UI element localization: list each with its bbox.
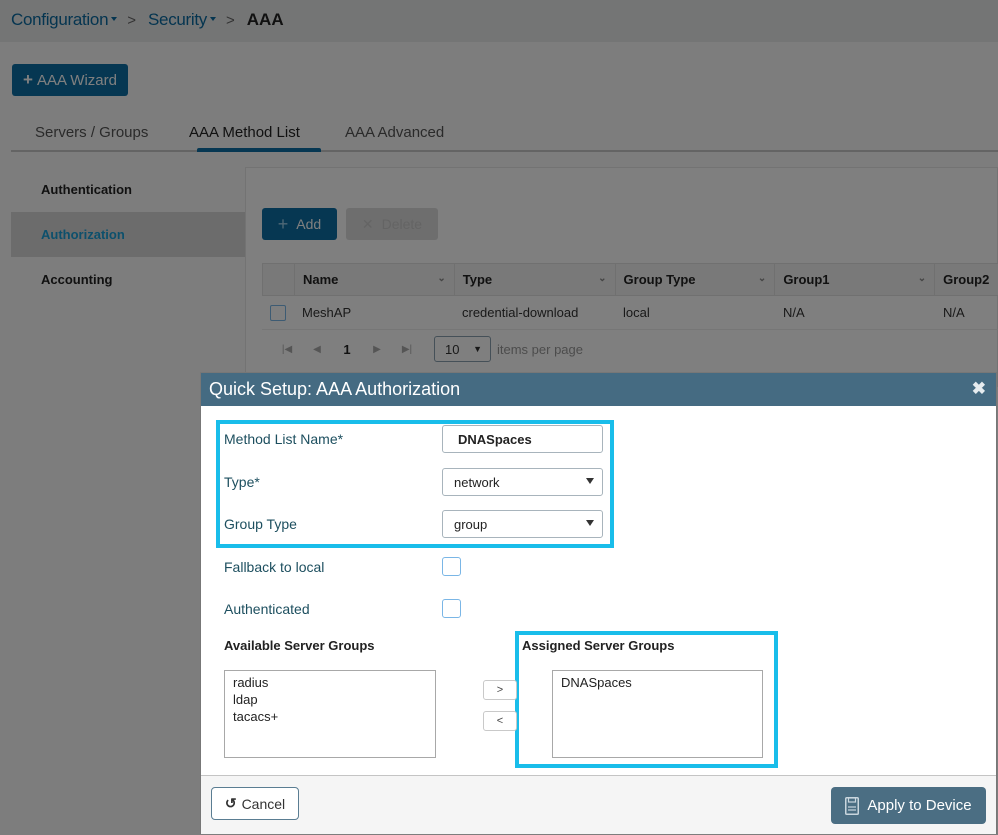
authenticated-checkbox[interactable] bbox=[442, 599, 461, 618]
method-list-name-label: Method List Name* bbox=[224, 431, 344, 447]
caret-down-icon bbox=[586, 478, 594, 484]
cancel-label: Cancel bbox=[241, 795, 286, 812]
list-item[interactable]: tacacs+ bbox=[233, 708, 427, 725]
list-item[interactable]: ldap bbox=[233, 691, 427, 708]
undo-icon: ↺ bbox=[224, 795, 237, 811]
fallback-to-local-label: Fallback to local bbox=[224, 559, 325, 575]
authenticated-label: Authenticated bbox=[224, 601, 310, 617]
method-list-name-input[interactable]: DNASpaces bbox=[442, 425, 603, 453]
move-right-button[interactable]: > bbox=[483, 680, 517, 700]
modal-title: Quick Setup: AAA Authorization bbox=[209, 379, 461, 399]
method-list-name-value: DNASpaces bbox=[458, 431, 532, 447]
type-value: network bbox=[454, 474, 500, 490]
group-type-label: Group Type bbox=[224, 516, 297, 532]
list-item[interactable]: DNASpaces bbox=[561, 674, 754, 691]
modal-footer: ↺ Cancel Apply to Device bbox=[201, 775, 996, 834]
caret-down-icon bbox=[586, 520, 594, 526]
group-type-value: group bbox=[454, 516, 488, 532]
list-item[interactable]: radius bbox=[233, 674, 427, 691]
assigned-server-groups-title: Assigned Server Groups bbox=[522, 638, 675, 653]
type-label: Type* bbox=[224, 474, 260, 490]
available-server-groups-list[interactable]: radius ldap tacacs+ bbox=[224, 670, 436, 758]
available-server-groups-title: Available Server Groups bbox=[224, 638, 375, 653]
close-icon[interactable]: ✖ bbox=[972, 379, 986, 399]
modal-header: Quick Setup: AAA Authorization ✖ bbox=[201, 373, 996, 406]
group-type-select[interactable]: group bbox=[442, 510, 603, 538]
move-left-button[interactable]: < bbox=[483, 711, 517, 731]
cancel-button[interactable]: ↺ Cancel bbox=[211, 787, 299, 820]
fallback-to-local-checkbox[interactable] bbox=[442, 557, 461, 576]
save-icon bbox=[845, 796, 860, 815]
assigned-server-groups-list[interactable]: DNASpaces bbox=[552, 670, 763, 758]
type-select[interactable]: network bbox=[442, 468, 603, 496]
quick-setup-modal: Quick Setup: AAA Authorization ✖ Method … bbox=[200, 372, 997, 834]
apply-to-device-button[interactable]: Apply to Device bbox=[831, 787, 986, 824]
apply-to-device-label: Apply to Device bbox=[867, 797, 972, 814]
